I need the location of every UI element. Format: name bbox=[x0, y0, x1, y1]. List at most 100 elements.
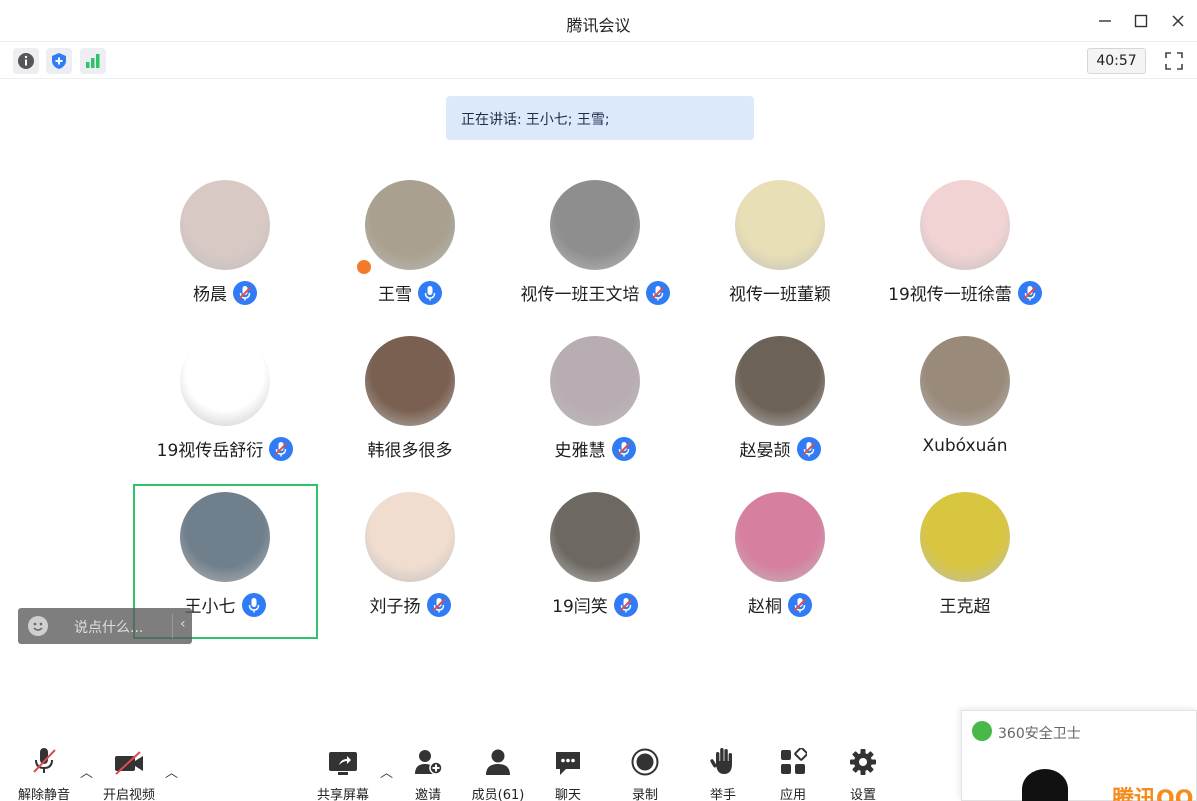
chat-bubble-icon bbox=[556, 752, 580, 775]
gear-icon bbox=[850, 749, 876, 775]
minimize-icon bbox=[1099, 20, 1111, 22]
collapse-chevron-icon[interactable]: ‹ bbox=[180, 616, 186, 632]
raise-hand-icon bbox=[710, 748, 732, 774]
mic-muted-icon bbox=[1017, 280, 1042, 305]
participant-tile[interactable]: 刘子扬 bbox=[320, 492, 500, 642]
share-screen-label: 共享屏幕 bbox=[316, 788, 369, 801]
participant-avatar bbox=[920, 492, 1010, 582]
participant-tile[interactable]: 19视传岳舒衍 bbox=[135, 336, 315, 486]
participant-tile[interactable]: 史雅慧 bbox=[505, 336, 685, 486]
participant-avatar bbox=[735, 336, 825, 426]
popup-brand: 腾讯QQ bbox=[1112, 787, 1194, 801]
record-button[interactable]: 录制 bbox=[610, 746, 680, 801]
participant-name: 19视传一班徐蕾 bbox=[888, 285, 1012, 305]
apps-button[interactable]: 应用 bbox=[758, 746, 828, 801]
participant-name: 王雪 bbox=[378, 285, 412, 305]
participant-avatar bbox=[550, 336, 640, 426]
close-button[interactable] bbox=[1166, 9, 1190, 33]
participant-name: 赵桐 bbox=[748, 597, 782, 617]
qq-penguin-icon bbox=[1022, 769, 1068, 801]
participant-name: 杨晨 bbox=[193, 285, 227, 305]
participant-tile[interactable]: 王克超 bbox=[875, 492, 1055, 642]
speaking-label: 正在讲话: bbox=[461, 112, 522, 128]
chat-input-placeholder: 说点什么... bbox=[74, 620, 144, 636]
participant-tile[interactable]: 韩很多很多 bbox=[320, 336, 500, 486]
security-button[interactable] bbox=[46, 48, 72, 74]
apps-label: 应用 bbox=[779, 788, 806, 801]
participant-tile[interactable]: 视传一班董颖 bbox=[690, 180, 870, 330]
raise-hand-button[interactable]: 举手 bbox=[688, 746, 758, 801]
participant-name: Xubóxuán bbox=[922, 436, 1008, 456]
network-signal-button[interactable] bbox=[80, 48, 106, 74]
participant-tile[interactable]: 王雪 bbox=[320, 180, 500, 330]
participant-name: 赵晏颉 bbox=[739, 441, 791, 461]
settings-label: 设置 bbox=[849, 788, 876, 801]
fullscreen-icon bbox=[1165, 52, 1183, 70]
mic-muted-icon bbox=[33, 748, 56, 773]
participant-tile[interactable]: Xubóxuán bbox=[875, 336, 1055, 486]
participant-name-row: 王克超 bbox=[855, 592, 1075, 617]
chat-quick-input[interactable]: 说点什么... ‹ bbox=[18, 608, 192, 644]
apps-grid-icon bbox=[781, 748, 807, 774]
start-video-label: 开启视频 bbox=[102, 788, 155, 801]
members-icon bbox=[486, 749, 510, 775]
participant-tile[interactable]: 赵晏颉 bbox=[690, 336, 870, 486]
participant-avatar bbox=[365, 180, 455, 270]
emoji-icon[interactable] bbox=[28, 616, 48, 636]
maximize-button[interactable] bbox=[1129, 9, 1153, 33]
participant-tile[interactable]: 杨晨 bbox=[135, 180, 315, 330]
share-options-chevron-icon[interactable]: ︿ bbox=[380, 762, 393, 781]
mic-muted-icon bbox=[233, 280, 257, 305]
maximize-icon bbox=[1134, 14, 1148, 28]
security-popup[interactable]: 360安全卫士 腾讯QQ bbox=[961, 710, 1197, 801]
meeting-toolbar: 40:57 bbox=[0, 43, 1197, 79]
participant-name: 19视传岳舒衍 bbox=[156, 441, 264, 461]
shield-icon bbox=[52, 53, 66, 69]
participant-tile[interactable]: 赵桐 bbox=[690, 492, 870, 642]
participant-tile[interactable]: 19闫笑 bbox=[505, 492, 685, 642]
participant-avatar bbox=[550, 180, 640, 270]
members-button[interactable]: 成员(61) bbox=[463, 746, 533, 801]
video-options-chevron-icon[interactable]: ︿ bbox=[165, 762, 178, 781]
close-icon bbox=[1172, 15, 1184, 27]
chat-button[interactable]: 聊天 bbox=[533, 746, 603, 801]
smile-face-icon bbox=[33, 622, 43, 631]
minimize-button[interactable] bbox=[1093, 9, 1117, 33]
participant-avatar bbox=[365, 336, 455, 426]
unmute-label: 解除静音 bbox=[17, 788, 70, 801]
share-screen-button[interactable]: 共享屏幕 bbox=[308, 746, 378, 801]
meeting-window: 腾讯会议 40:57 正在讲话: 王小七; 王雪; 杨晨 王雪 视传一班王文培 视传一班… bbox=[0, 0, 1197, 801]
mic-muted-icon bbox=[645, 280, 670, 305]
record-label: 录制 bbox=[631, 788, 658, 801]
360-logo-icon bbox=[972, 721, 992, 741]
start-video-button[interactable]: 开启视频 bbox=[94, 746, 164, 801]
participant-name: 刘子扬 bbox=[369, 597, 421, 617]
participant-avatar bbox=[180, 180, 270, 270]
participant-name: 韩很多很多 bbox=[367, 441, 453, 461]
participant-avatar bbox=[365, 492, 455, 582]
participant-tile[interactable]: 视传一班王文培 bbox=[505, 180, 685, 330]
members-label: 成员(61) bbox=[471, 788, 525, 801]
meeting-info-button[interactable] bbox=[13, 48, 39, 74]
participant-name: 视传一班董颖 bbox=[729, 285, 831, 305]
mic-active-icon bbox=[418, 280, 442, 305]
participant-name: 19闫笑 bbox=[552, 597, 608, 617]
participant-avatar bbox=[920, 336, 1010, 426]
participant-tile[interactable]: 19视传一班徐蕾 bbox=[875, 180, 1055, 330]
mic-muted-icon bbox=[788, 592, 812, 617]
fullscreen-button[interactable] bbox=[1161, 48, 1187, 74]
participant-avatar bbox=[735, 180, 825, 270]
mic-muted-icon bbox=[426, 592, 451, 617]
unmute-button[interactable]: 解除静音 bbox=[9, 746, 79, 801]
invite-button[interactable]: 邀请 bbox=[393, 746, 463, 801]
participant-avatar bbox=[180, 336, 270, 426]
mic-muted-icon bbox=[613, 592, 638, 617]
signal-bars-icon bbox=[86, 54, 100, 68]
audio-options-chevron-icon[interactable]: ︿ bbox=[80, 762, 93, 781]
window-title: 腾讯会议 bbox=[566, 16, 631, 35]
participant-name: 视传一班王文培 bbox=[520, 285, 640, 305]
settings-button[interactable]: 设置 bbox=[828, 746, 898, 801]
raise-hand-label: 举手 bbox=[709, 788, 736, 801]
participant-name-row: Xubóxuán bbox=[855, 436, 1075, 456]
participant-avatar bbox=[920, 180, 1010, 270]
